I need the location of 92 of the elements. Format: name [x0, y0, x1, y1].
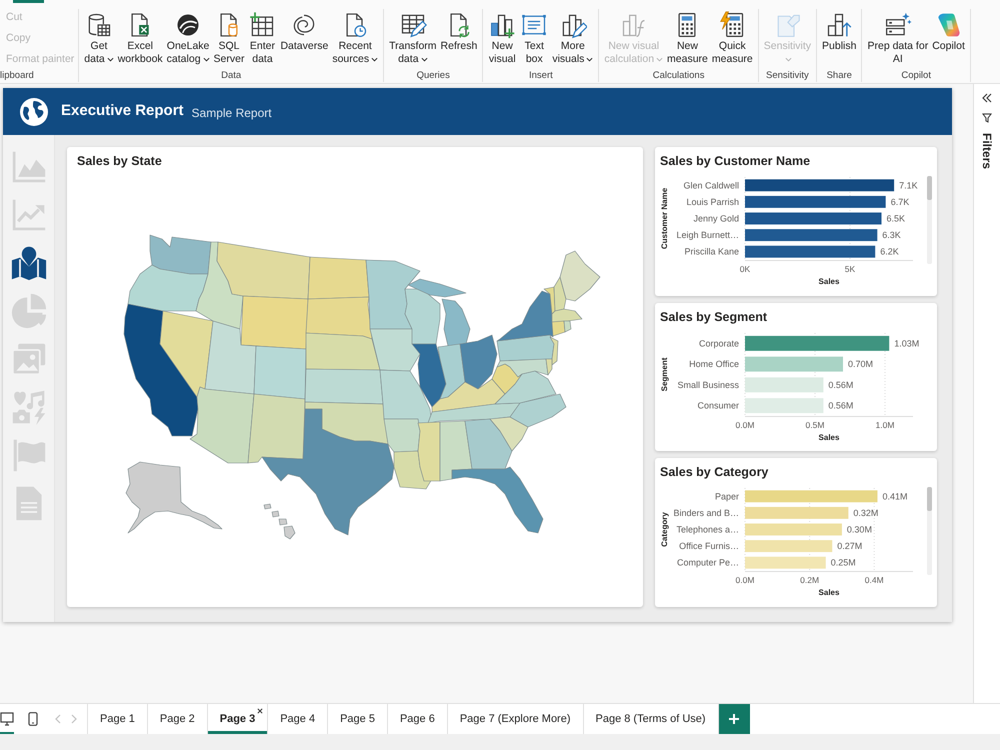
tick-label: 0.0M [736, 575, 754, 586]
tick-label: 1.0M [876, 420, 894, 430]
data-label: 6.3K [882, 230, 901, 240]
group-label: Insert [528, 70, 554, 82]
pane-label[interactable]: Filters [978, 133, 996, 170]
plus-icon [729, 714, 740, 724]
axis-title: Sales [818, 588, 840, 598]
visual-title: Sales by Customer Name [659, 153, 812, 170]
filter-icon [982, 113, 992, 123]
group-label: Calculations [652, 70, 706, 82]
axis-title: Category [660, 512, 669, 548]
data-label: 0.70M [848, 358, 874, 369]
tick-label: 0K [740, 264, 750, 274]
map-pin-icon[interactable] [10, 245, 46, 281]
data-label: 0.56M [828, 400, 854, 410]
add-page-button[interactable] [718, 704, 750, 734]
report-subtitle: Sample Report [192, 104, 272, 122]
data-label: 6.5K [886, 214, 906, 224]
ribbon-button[interactable]: Text box [519, 9, 550, 66]
tick-label: 0.0M [736, 420, 754, 430]
category-label: Leigh Burnett… [676, 230, 739, 240]
scrollbar[interactable] [927, 487, 932, 576]
ribbon-button[interactable]: Prep data for AI [866, 9, 930, 66]
scrollbar[interactable] [927, 176, 932, 264]
category-label: Telephones a… [676, 524, 739, 535]
monitor-icon [0, 712, 14, 726]
category-label: Binders and B… [673, 508, 739, 518]
axis-title: Segment [660, 357, 669, 392]
ribbon-button[interactable]: Dataverse [279, 9, 330, 53]
line-chart-icon[interactable] [10, 197, 46, 233]
ribbon-button[interactable]: New measure [666, 9, 709, 66]
data-label: 1.03M [894, 338, 920, 348]
category-label: Consumer [697, 400, 739, 410]
category-label: Paper [714, 492, 739, 502]
data-label: 6.2K [880, 246, 899, 257]
data-label: 0.41M [882, 492, 908, 502]
axis-title: Sales [818, 277, 840, 286]
data-label: 6.7K [890, 196, 910, 207]
tick-label: 0.4M [864, 575, 884, 586]
category-label: Corporate [698, 338, 739, 348]
data-label: 0.27M [837, 541, 862, 552]
media-symbols-icon[interactable] [10, 389, 46, 425]
ribbon-button[interactable]: More visuals [551, 9, 594, 66]
data-label: 0.25M [830, 558, 856, 568]
pie-chart-icon[interactable] [10, 293, 46, 329]
group-label: Copilot [900, 70, 932, 82]
flag-icon[interactable] [10, 437, 46, 473]
ribbon-button[interactable]: SQL Server [212, 9, 246, 66]
group-label: Queries [416, 70, 451, 82]
ribbon-button[interactable]: Enter data [247, 9, 278, 66]
ribbon-button[interactable]: OneLake catalog [166, 9, 211, 66]
page-tab[interactable]: Page 3 [206, 704, 268, 734]
tick-label: 0.2M [800, 575, 820, 586]
category-label: Priscilla Kane [684, 246, 739, 257]
group-label: Share [826, 70, 853, 82]
visual-title: Sales by Segment [659, 308, 768, 326]
ribbon-button[interactable]: Refresh [440, 9, 478, 53]
tick-label: 0.5M [806, 420, 824, 430]
visual-title: Sales by State [76, 153, 163, 170]
area-chart-icon[interactable] [10, 149, 46, 185]
category-label: Small Business [677, 380, 739, 390]
boxes-upload-icon [825, 11, 854, 39]
axis-title: Sales [818, 432, 840, 442]
category-label: Home Office [689, 358, 739, 369]
data-label: 7.1K [899, 180, 918, 190]
report-title: Executive Report [61, 101, 184, 122]
visual-title: Sales by Category [659, 464, 770, 482]
ribbon-button[interactable]: Copilot [931, 9, 966, 53]
close-icon[interactable] [257, 708, 264, 714]
phone-icon [26, 712, 40, 726]
group-label: Sensitivity [765, 70, 810, 82]
tick-label: 5K [844, 264, 856, 274]
ribbon-button[interactable]: Quick measure [710, 9, 754, 66]
ribbon-button[interactable]: Recent sources [331, 9, 380, 66]
data-label: 0.56M [828, 380, 854, 390]
group-label: Data [220, 70, 242, 82]
group-label: lipboard [0, 70, 35, 82]
axis-title: Customer Name [660, 188, 669, 250]
ribbon-button[interactable]: Get data [83, 9, 115, 66]
ribbon-button[interactable]: Transform data [388, 9, 438, 66]
category-label: Glen Caldwell [683, 180, 739, 190]
double-chevron-icon[interactable] [982, 93, 992, 103]
category-label: Computer Pe… [676, 558, 739, 568]
globe-icon [20, 98, 48, 126]
category-label: Louis Parrish [686, 196, 739, 207]
ribbon-button[interactable]: New visual [487, 9, 518, 66]
data-label: 0.32M [853, 508, 878, 518]
category-label: Jenny Gold [693, 214, 739, 224]
ribbon-button[interactable]: Excel workbook [116, 9, 164, 66]
ribbon-button[interactable]: Publish [821, 9, 858, 53]
category-label: Office Furnis… [679, 541, 739, 552]
data-label: 0.30M [846, 524, 872, 535]
